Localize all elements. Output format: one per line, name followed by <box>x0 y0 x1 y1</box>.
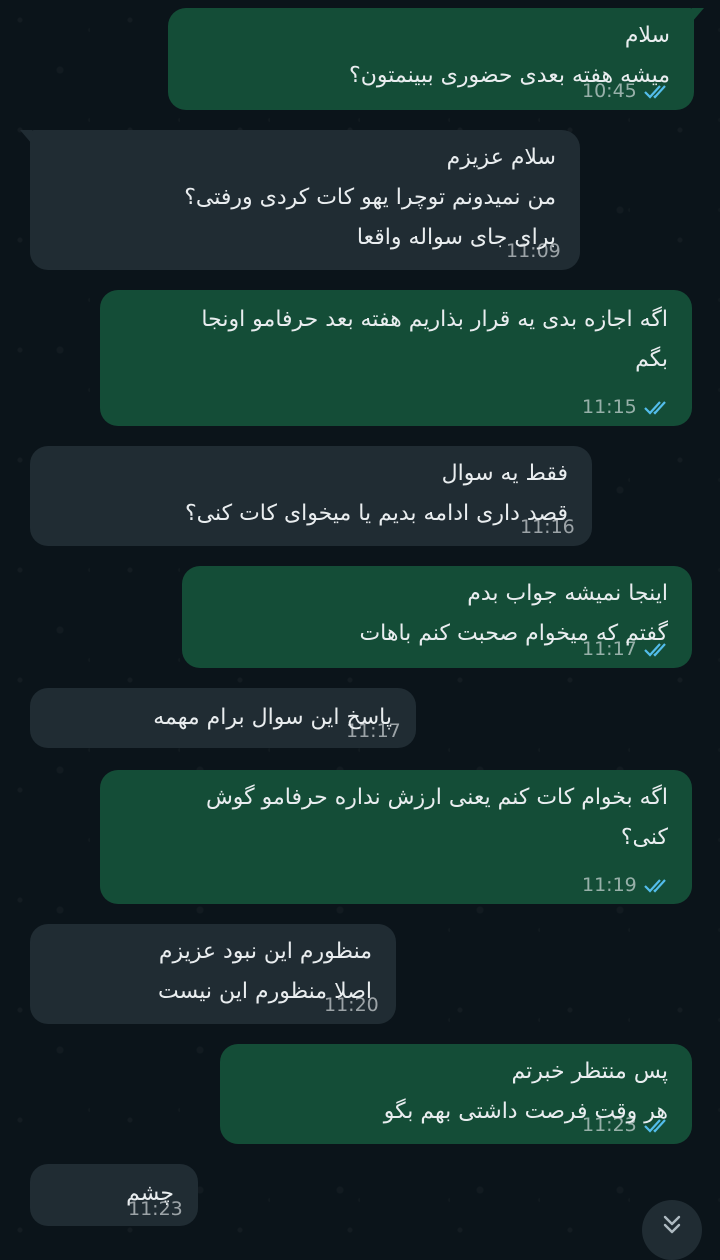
message-outgoing[interactable]: سلام میشه هفته بعدی حضوری ببینمتون؟ 10:4… <box>168 8 704 110</box>
double-check-icon <box>643 643 666 657</box>
message-text: اگه اجازه بدی یه قرار بذاریم هفته بعد حر… <box>201 307 668 332</box>
chat-area[interactable]: سلام میشه هفته بعدی حضوری ببینمتون؟ 10:4… <box>0 0 720 1260</box>
message-time: 11:20 <box>324 994 379 1016</box>
message-time: 11:17 <box>346 720 401 742</box>
message-outgoing[interactable]: اگه بخوام کات کنم یعنی ارزش نداره حرفامو… <box>100 770 692 904</box>
message-incoming[interactable]: چشم 11:23 <box>30 1164 198 1226</box>
double-check-icon <box>643 401 666 415</box>
double-check-icon <box>643 1119 666 1133</box>
message-time: 11:09 <box>506 240 561 262</box>
message-text: کنی؟ <box>620 825 668 850</box>
message-text: بگم <box>635 347 668 372</box>
message-incoming[interactable]: فقط یه سوال قصد داری ادامه بدیم یا میخوا… <box>30 446 592 546</box>
double-chevron-down-icon <box>663 1215 681 1234</box>
message-time: 11:17 <box>582 638 637 660</box>
message-time: 11:15 <box>582 396 637 418</box>
message-incoming[interactable]: منظورم این نبود عزیزم اصلا منظورم این نی… <box>30 924 396 1024</box>
message-outgoing[interactable]: اینجا نمیشه جواب بدم گفتم که میخوام صحبت… <box>182 566 692 668</box>
message-text: فقط یه سوال <box>441 461 568 486</box>
message-text: سلام <box>624 23 670 48</box>
double-check-icon <box>643 85 666 99</box>
scroll-to-bottom-button[interactable] <box>642 1200 702 1260</box>
double-check-icon <box>643 879 666 893</box>
message-time: 11:23 <box>582 1114 637 1136</box>
message-text: سلام عزیزم <box>446 145 556 170</box>
message-outgoing[interactable]: پس منتظر خبرتم هر وقت فرصت داشتی بهم بگو… <box>220 1044 692 1144</box>
message-incoming[interactable]: سلام عزیزم من نمیدونم توچرا یهو کات کردی… <box>20 130 580 270</box>
message-text: اگه بخوام کات کنم یعنی ارزش نداره حرفامو… <box>205 785 668 810</box>
message-text: منظورم این نبود عزیزم <box>158 939 372 964</box>
message-time: 11:16 <box>520 516 575 538</box>
message-time: 11:23 <box>128 1198 183 1220</box>
message-text: من نمیدونم توچرا یهو کات کردی ورفتی؟ <box>184 185 556 210</box>
message-text: برای جای سواله واقعا <box>356 225 556 250</box>
message-outgoing[interactable]: اگه اجازه بدی یه قرار بذاریم هفته بعد حر… <box>100 290 692 426</box>
message-text: قصد داری ادامه بدیم یا میخوای کات کنی؟ <box>184 501 568 526</box>
message-time: 11:19 <box>582 874 637 896</box>
message-text: اینجا نمیشه جواب بدم <box>467 581 668 606</box>
message-time: 10:45 <box>582 80 637 102</box>
message-text: پس منتظر خبرتم <box>511 1059 668 1084</box>
message-incoming[interactable]: پاسخ این سوال برام مهمه 11:17 <box>30 688 416 748</box>
